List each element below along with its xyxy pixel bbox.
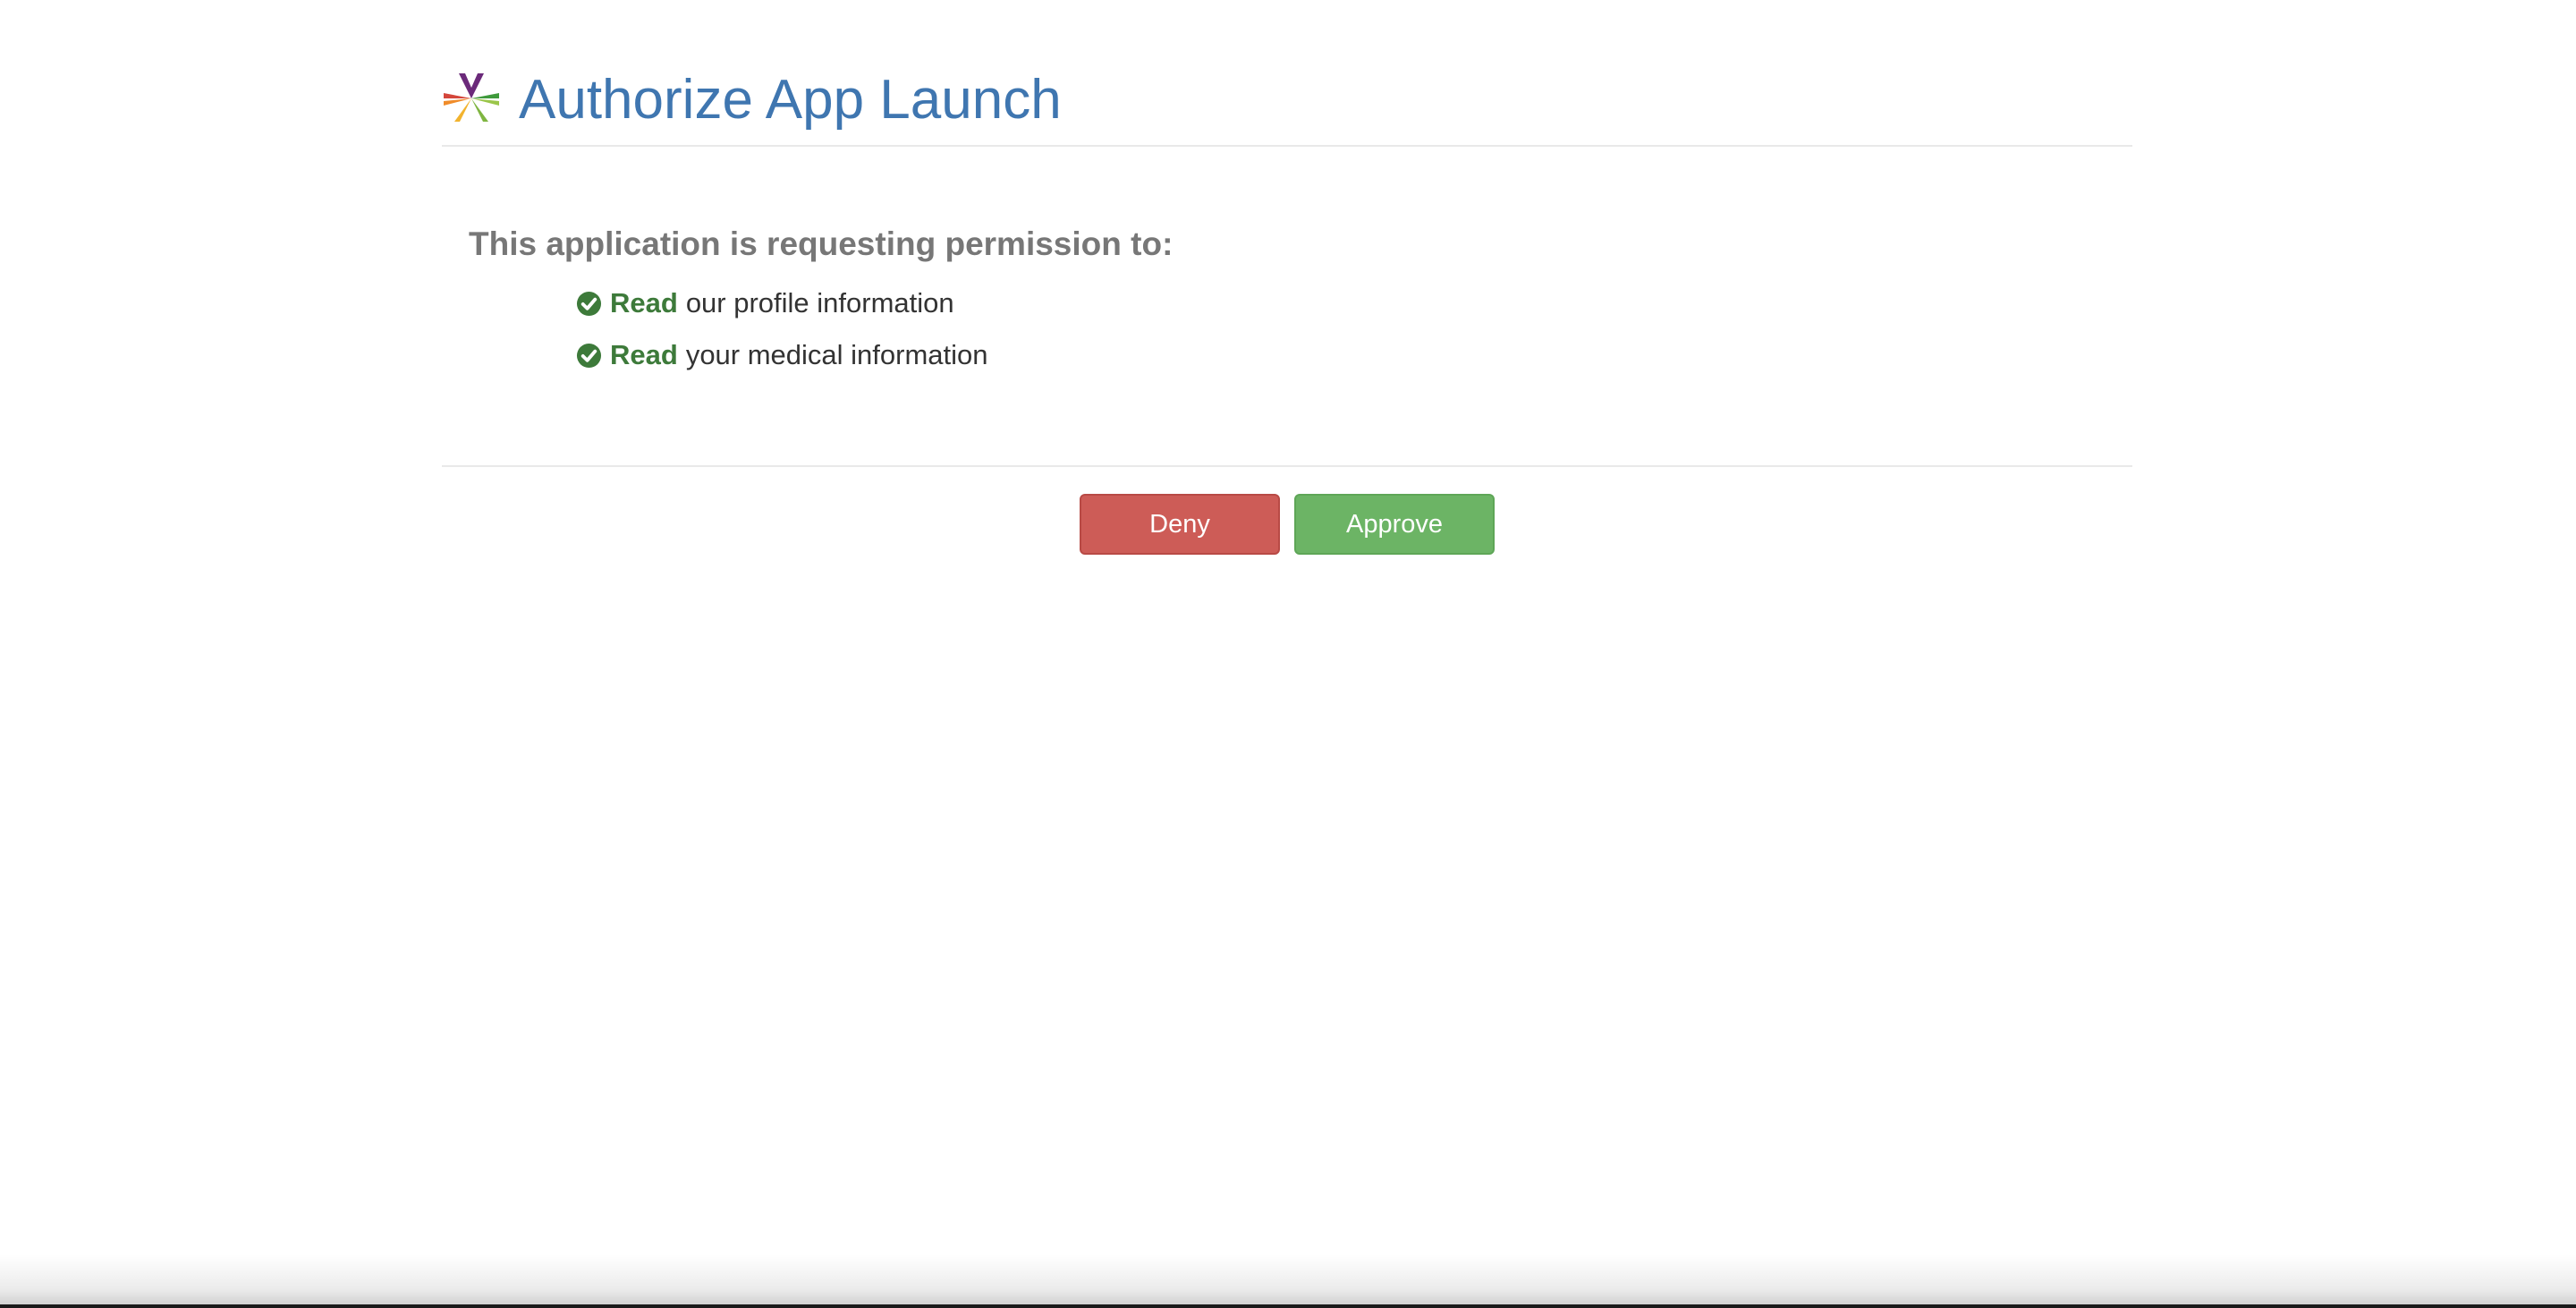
permission-verb: Read — [610, 339, 678, 370]
permission-description: your medical information — [685, 339, 988, 370]
page-header: Authorize App Launch — [442, 0, 2132, 147]
main-container: Authorize App Launch This application is… — [442, 0, 2132, 574]
permission-prompt: This application is requesting permissio… — [469, 225, 1174, 262]
permission-request: This application is requesting permissio… — [442, 147, 2132, 467]
page-title: Authorize App Launch — [519, 69, 1062, 131]
permission-item: Read your medical information — [576, 329, 988, 381]
deny-button[interactable]: Deny — [1080, 494, 1280, 555]
action-bar: Deny Approve — [442, 467, 2132, 574]
approve-button[interactable]: Approve — [1294, 494, 1495, 555]
window-bottom-edge — [0, 1254, 2576, 1308]
permission-verb: Read — [610, 287, 678, 319]
permission-description: our profile information — [685, 287, 954, 319]
check-circle-icon — [576, 343, 602, 368]
permission-list: Read our profile information Read your m… — [576, 277, 988, 381]
check-circle-icon — [576, 291, 602, 316]
authorize-page: Authorize App Launch This application is… — [0, 0, 2576, 1308]
smart-logo-icon — [444, 73, 499, 122]
permission-item: Read our profile information — [576, 277, 988, 329]
